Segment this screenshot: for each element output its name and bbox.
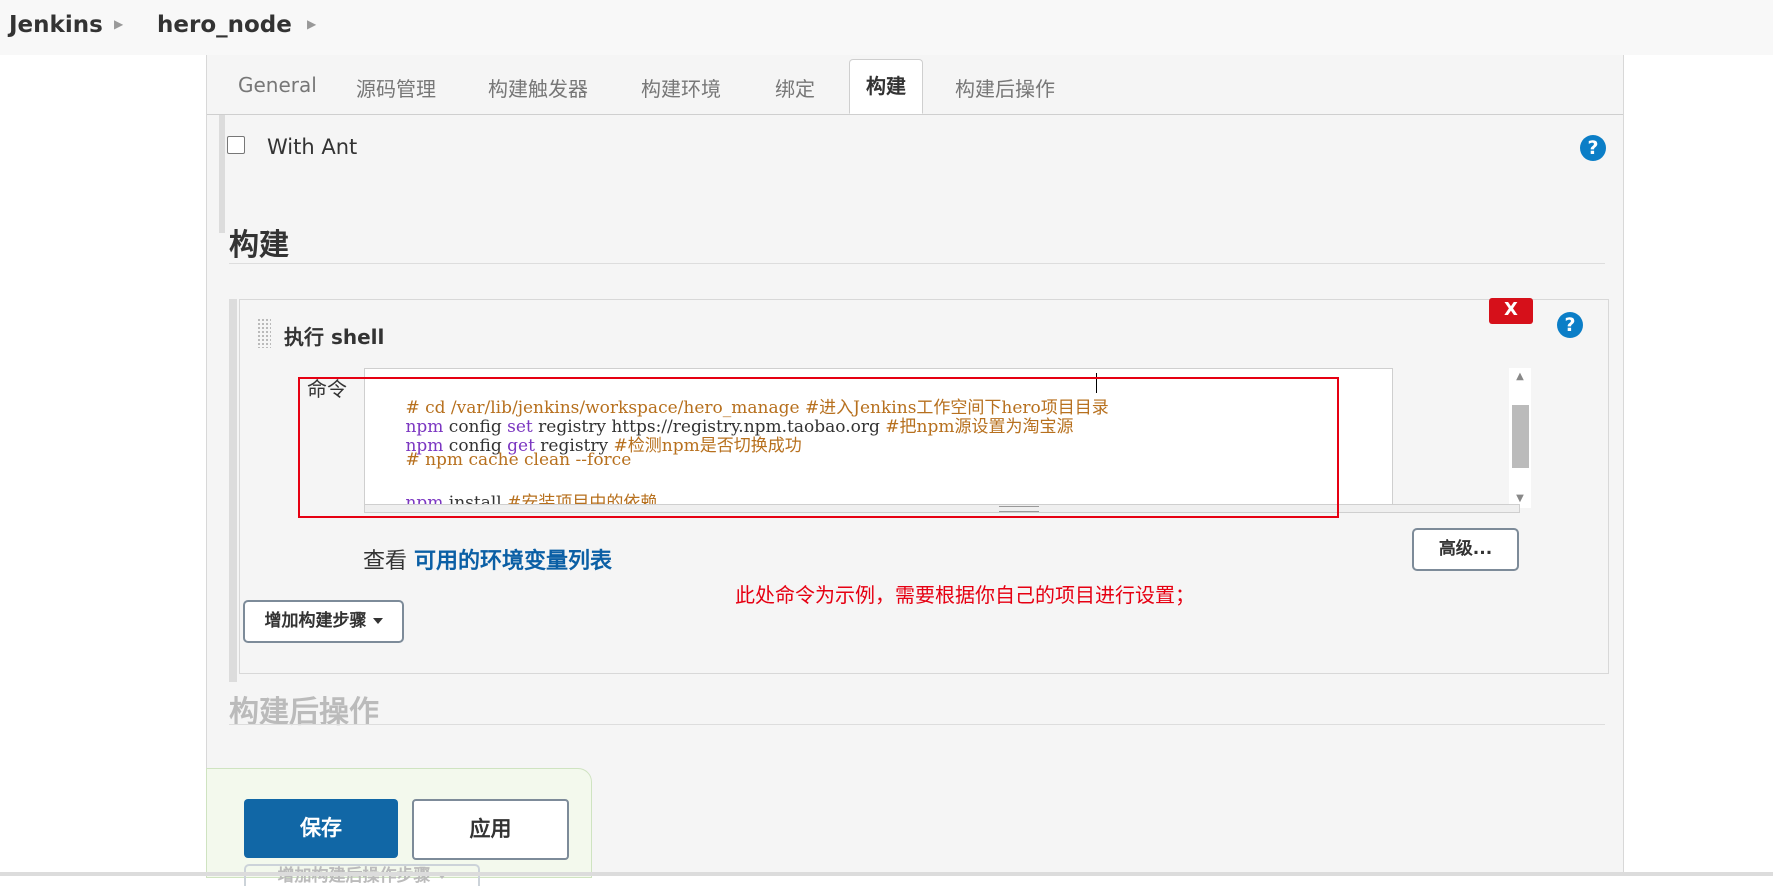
help-icon[interactable]: ? <box>1580 135 1606 161</box>
chevron-right-icon: ▶ <box>114 17 124 31</box>
divider <box>229 263 1605 264</box>
breadcrumb-bar: Jenkins ▶ hero_node ▶ <box>0 0 1773 55</box>
add-post-build-step-label: 增加构建后操作步骤 <box>277 866 431 886</box>
save-button[interactable]: 保存 <box>244 799 398 858</box>
tab-scm[interactable]: 源码管理 <box>356 73 436 102</box>
annotation-note: 此处命令为示例，需要根据你自己的项目进行设置； <box>735 583 1195 607</box>
add-build-step-button[interactable]: 增加构建步骤 <box>243 600 404 643</box>
tab-build-env[interactable]: 构建环境 <box>641 73 721 102</box>
breadcrumb-home-link[interactable]: Jenkins <box>9 12 103 38</box>
chevron-right-icon[interactable]: ▶ <box>307 17 316 31</box>
config-tabs: General 源码管理 构建触发器 构建环境 绑定 构建 构建后操作 <box>207 55 1623 115</box>
advanced-button[interactable]: 高级... <box>1412 528 1519 571</box>
annotation-highlight-box <box>298 377 1339 518</box>
tab-general[interactable]: General <box>238 73 317 97</box>
caret-down-icon <box>372 618 383 624</box>
with-ant-row <box>219 115 1620 233</box>
tab-bindings[interactable]: 绑定 <box>775 73 815 102</box>
env-vars-line: 查看 可用的环境变量列表 <box>363 543 612 575</box>
build-section-title: 构建 <box>229 228 289 263</box>
tab-post-build[interactable]: 构建后操作 <box>955 73 1055 102</box>
breadcrumb-project-link[interactable]: hero_node <box>157 12 292 38</box>
add-build-step-label: 增加构建步骤 <box>264 611 367 631</box>
divider <box>229 724 1605 725</box>
env-vars-link[interactable]: 可用的环境变量列表 <box>414 549 612 574</box>
drag-handle-icon[interactable] <box>257 318 271 348</box>
scroll-up-icon[interactable]: ▲ <box>1509 368 1531 386</box>
divider <box>0 872 1773 876</box>
scrollbar-thumb[interactable] <box>1512 405 1529 468</box>
with-ant-label: With Ant <box>267 135 358 159</box>
help-icon[interactable]: ? <box>1557 312 1583 338</box>
apply-button[interactable]: 应用 <box>412 799 569 860</box>
delete-step-button[interactable]: X <box>1489 298 1533 324</box>
env-vars-prefix: 查看 <box>363 549 408 574</box>
config-panel: General 源码管理 构建触发器 构建环境 绑定 构建 构建后操作 With… <box>206 55 1624 876</box>
shell-step-title: 执行 shell <box>284 325 385 349</box>
with-ant-checkbox[interactable] <box>227 136 245 154</box>
tab-triggers[interactable]: 构建触发器 <box>488 73 588 102</box>
tab-build[interactable]: 构建 <box>849 59 923 114</box>
